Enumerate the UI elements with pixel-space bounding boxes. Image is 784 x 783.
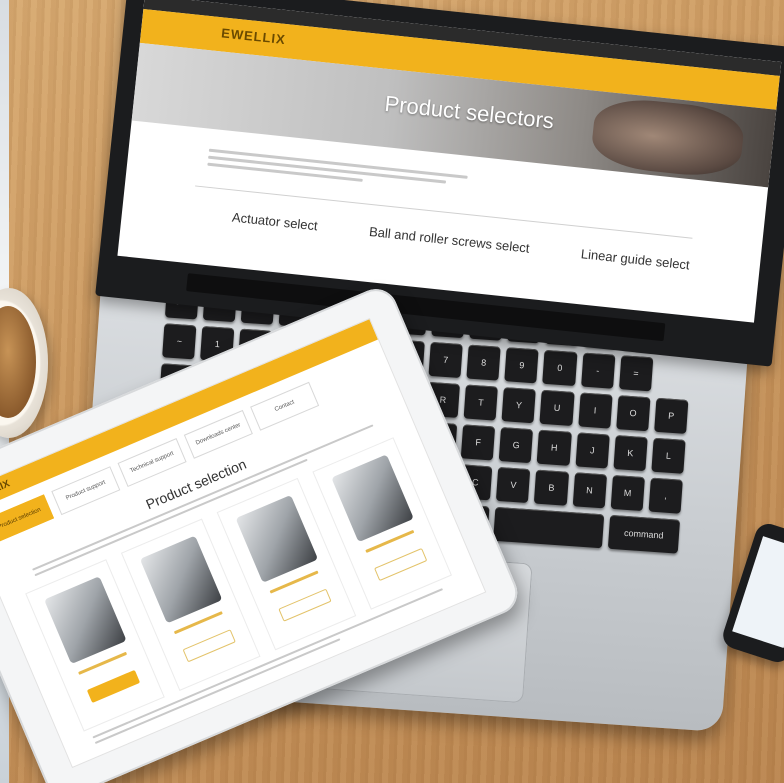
product-button[interactable] xyxy=(86,669,141,704)
keyboard-key: I xyxy=(577,392,613,429)
keyboard-key: K xyxy=(613,435,648,472)
product-button[interactable] xyxy=(278,588,332,622)
keyboard-key: O xyxy=(615,395,651,432)
product-button[interactable] xyxy=(182,629,236,663)
hero-photo xyxy=(589,94,747,181)
keyboard-key: command xyxy=(607,514,681,554)
keyboard-key: Y xyxy=(501,387,537,424)
keyboard-key: 9 xyxy=(504,347,540,384)
selector-linear-guide[interactable]: Linear guide select xyxy=(580,246,690,272)
product-image xyxy=(331,454,414,543)
keyboard-key: 0 xyxy=(542,349,578,387)
keyboard-key: ~ xyxy=(162,323,197,360)
keyboard-key: M xyxy=(610,474,645,512)
laptop-nav-item[interactable] xyxy=(512,74,523,81)
keyboard-key: 8 xyxy=(466,344,501,381)
keyboard-key: N xyxy=(572,472,607,509)
tablet-nav-item[interactable] xyxy=(125,430,132,438)
keyboard-key: 7 xyxy=(428,341,463,379)
tab-product-selection[interactable]: Product selection xyxy=(0,494,55,544)
tablet-logo[interactable]: EWELLIX xyxy=(0,478,12,505)
laptop-nav-item[interactable] xyxy=(369,59,380,66)
keyboard-key: - xyxy=(580,352,616,389)
laptop-display: EWELLIX Product selectors Actuator selec… xyxy=(117,0,782,323)
product-button[interactable] xyxy=(374,547,428,582)
keyboard-key: T xyxy=(463,384,499,421)
laptop-intro-text xyxy=(207,148,468,197)
product-image xyxy=(139,535,223,624)
keyboard-key: , xyxy=(648,477,683,514)
product-image xyxy=(44,576,127,665)
keyboard-key: H xyxy=(537,429,572,466)
laptop-selectors: Actuator select Ball and roller screws s… xyxy=(231,210,690,273)
phone-screen xyxy=(732,536,784,648)
desk-scene: esc~1234567890-=deletetabQWERTYUIOP[]\ca… xyxy=(0,0,784,783)
selector-actuator[interactable]: Actuator select xyxy=(231,210,318,234)
laptop-nav-item[interactable] xyxy=(405,63,416,70)
tablet-nav-item[interactable] xyxy=(89,445,96,453)
tablet-nav-item[interactable] xyxy=(71,453,78,461)
tablet-nav-item[interactable] xyxy=(107,437,114,445)
tablet-nav-item[interactable] xyxy=(143,422,150,430)
laptop-nav-item[interactable] xyxy=(440,66,451,73)
keyboard-key: V xyxy=(496,466,531,504)
keyboard-key: G xyxy=(498,427,534,464)
keyboard-key xyxy=(493,506,604,549)
laptop-nav-item[interactable] xyxy=(476,70,487,77)
keyboard-key: L xyxy=(651,437,686,474)
keyboard-key: P xyxy=(653,397,689,434)
keyboard-key: U xyxy=(539,389,575,426)
laptop-hero-title: Product selectors xyxy=(383,90,556,134)
product-image xyxy=(235,494,319,583)
keyboard-key: B xyxy=(534,469,569,506)
keyboard-key: J xyxy=(575,432,610,469)
laptop-logo[interactable]: EWELLIX xyxy=(221,25,287,47)
selector-ball-roller-screws[interactable]: Ball and roller screws select xyxy=(368,224,530,256)
keyboard-key: F xyxy=(460,424,496,461)
keyboard-key: = xyxy=(618,355,654,392)
